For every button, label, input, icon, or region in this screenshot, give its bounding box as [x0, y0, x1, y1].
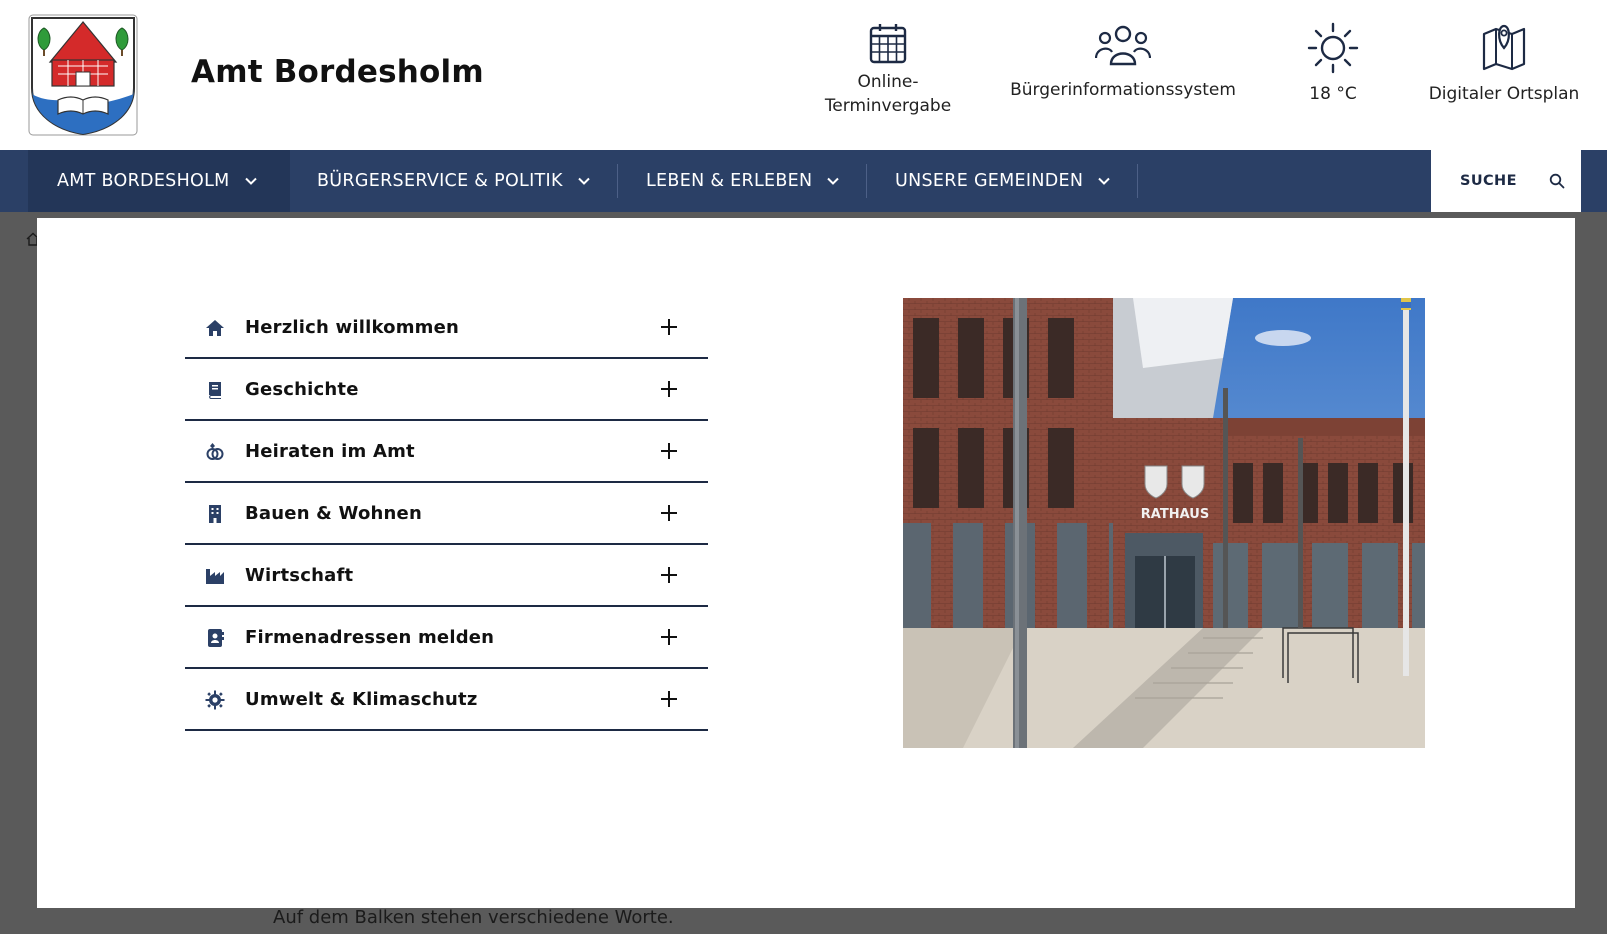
main-navigation: AMT BORDESHOLM BÜRGERSERVICE & POLITIK L… — [0, 150, 1607, 212]
building-icon — [209, 505, 221, 523]
menu-item-firmenadressen-melden[interactable]: Firmenadressen melden — [185, 607, 708, 669]
menu-item-label: Heiraten im Amt — [245, 440, 415, 462]
weather-widget[interactable]: 18 °C — [1292, 22, 1374, 106]
nav-item-label: BÜRGERSERVICE & POLITIK — [317, 171, 563, 191]
online-appointment-label-1: Online- — [857, 72, 919, 92]
menu-item-umwelt-klimaschutz[interactable]: Umwelt & Klimaschutz — [185, 669, 708, 731]
nav-item-buergerservice[interactable]: BÜRGERSERVICE & POLITIK — [317, 150, 591, 212]
nav-item-leben-erleben[interactable]: LEBEN & ERLEBEN — [646, 150, 840, 212]
online-appointment-link[interactable]: Online- Terminvergabe — [818, 22, 958, 118]
menu-item-label: Geschichte — [245, 378, 359, 400]
chevron-down-icon — [1098, 177, 1111, 185]
chevron-down-icon — [244, 177, 257, 185]
menu-item-bauen-wohnen[interactable]: Bauen & Wohnen — [185, 483, 708, 545]
digital-map-link[interactable]: Digitaler Ortsplan — [1420, 22, 1588, 106]
menu-item-geschichte[interactable]: Geschichte — [185, 359, 708, 421]
site-header: Amt Bordesholm Online- Terminvergabe Bür… — [0, 0, 1607, 150]
citizen-info-system-link[interactable]: Bürgerinformationssystem — [1006, 22, 1240, 102]
menu-item-label: Herzlich willkommen — [245, 316, 460, 338]
menu-item-label: Bauen & Wohnen — [245, 502, 422, 524]
sun-icon — [1307, 22, 1359, 74]
nav-item-unsere-gemeinden[interactable]: UNSERE GEMEINDEN — [895, 150, 1111, 212]
plus-icon[interactable] — [660, 566, 678, 584]
nav-item-label: AMT BORDESHOLM — [57, 171, 230, 191]
temperature-label: 18 °C — [1309, 84, 1357, 104]
menu-item-heiraten-im-amt[interactable]: Heiraten im Amt — [185, 421, 708, 483]
menu-item-label: Wirtschaft — [245, 564, 354, 586]
industry-icon — [206, 569, 224, 584]
people-group-icon — [1095, 25, 1151, 66]
site-title[interactable]: Amt Bordesholm — [191, 54, 484, 90]
address-book-icon — [208, 629, 224, 647]
calendar-icon — [869, 24, 907, 64]
home-icon — [206, 320, 224, 336]
mega-menu-list: Herzlich willkommen Geschichte Heiraten … — [185, 297, 708, 731]
menu-item-wirtschaft[interactable]: Wirtschaft — [185, 545, 708, 607]
menu-item-label: Umwelt & Klimaschutz — [245, 688, 478, 710]
gear-sun-icon — [205, 690, 225, 710]
plus-icon[interactable] — [660, 504, 678, 522]
nav-item-amt-bordesholm[interactable]: AMT BORDESHOLM — [28, 150, 290, 212]
nav-item-label: UNSERE GEMEINDEN — [895, 171, 1084, 191]
citizen-info-system-label: Bürgerinformationssystem — [1010, 80, 1236, 100]
nav-divider — [1137, 164, 1138, 198]
nav-divider — [866, 164, 867, 198]
search-button[interactable]: SUCHE — [1431, 150, 1581, 212]
menu-item-herzlich-willkommen[interactable]: Herzlich willkommen — [185, 297, 708, 359]
menu-item-label: Firmenadressen melden — [245, 626, 495, 648]
nav-item-label: LEBEN & ERLEBEN — [646, 171, 813, 191]
town-hall-sign: RATHAUS — [1141, 507, 1209, 522]
nav-divider — [617, 164, 618, 198]
search-label: SUCHE — [1460, 173, 1517, 189]
online-appointment-label-2: Terminvergabe — [824, 96, 952, 116]
page-body-text: Auf dem Balken stehen verschiedene Worte… — [273, 907, 674, 928]
book-icon — [209, 382, 221, 399]
digital-map-label: Digitaler Ortsplan — [1428, 84, 1580, 104]
town-hall-photo: RATHAUS — [903, 298, 1425, 748]
plus-icon[interactable] — [660, 318, 678, 336]
plus-icon[interactable] — [660, 380, 678, 398]
chevron-down-icon — [578, 177, 590, 185]
plus-icon[interactable] — [660, 628, 678, 646]
plus-icon[interactable] — [660, 442, 678, 460]
plus-icon[interactable] — [660, 690, 678, 708]
rings-icon — [206, 443, 224, 460]
coat-of-arms-icon[interactable] — [28, 14, 138, 136]
chevron-down-icon — [827, 177, 840, 185]
map-pin-icon — [1482, 24, 1526, 71]
search-icon — [1549, 173, 1565, 189]
